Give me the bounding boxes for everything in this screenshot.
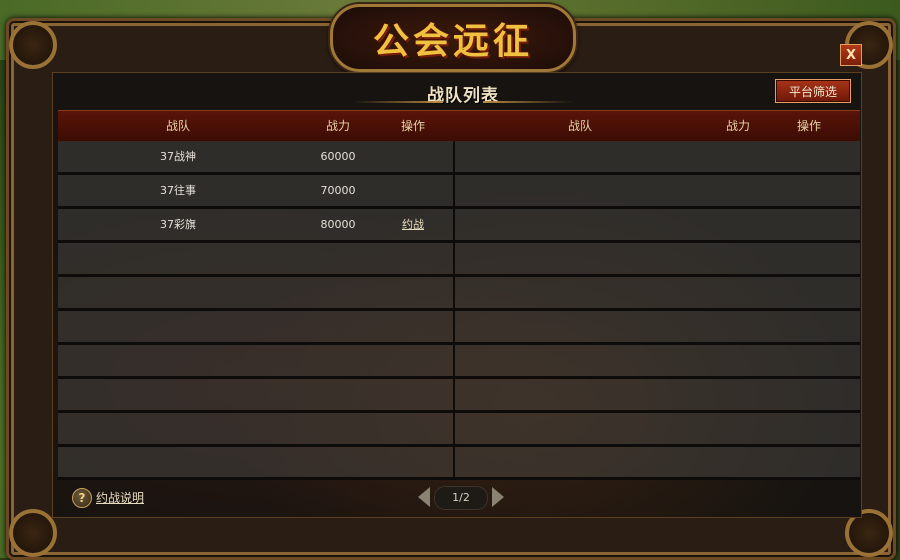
table-row-empty bbox=[58, 243, 860, 277]
page-indicator: 1/2 bbox=[434, 486, 488, 510]
frame-ornament-bottom-left bbox=[9, 509, 57, 557]
team-list-panel: 战队列表 平台筛选 战队 战力 操作 战队 战力 操作 37战神 60000 3… bbox=[52, 72, 862, 518]
team-power: 60000 bbox=[320, 150, 356, 163]
header-team-right: 战队 bbox=[567, 119, 592, 133]
challenge-help-link[interactable]: 约战说明 bbox=[96, 489, 144, 506]
team-name: 37往事 bbox=[160, 184, 196, 197]
platform-filter-button[interactable]: 平台筛选 bbox=[775, 79, 851, 103]
close-icon: X bbox=[845, 47, 857, 63]
team-table: 37战神 60000 37往事 70000 37彩旗 80000 约战 bbox=[58, 141, 860, 480]
table-row-empty bbox=[58, 447, 860, 480]
panel-footer: ? 约战说明 1/2 bbox=[58, 481, 860, 513]
challenge-link[interactable]: 约战 bbox=[402, 218, 424, 231]
team-power: 80000 bbox=[320, 218, 356, 231]
title-plaque: 公会远征 bbox=[330, 4, 576, 72]
pagination: 1/2 bbox=[416, 484, 506, 510]
table-row: 37战神 60000 bbox=[58, 141, 860, 175]
challenge-cell: 约战 bbox=[378, 209, 448, 240]
table-row-empty bbox=[58, 379, 860, 413]
close-button[interactable]: X bbox=[840, 44, 862, 66]
table-row-empty bbox=[58, 311, 860, 345]
team-name: 37彩旗 bbox=[160, 218, 196, 231]
arrow-right-icon[interactable] bbox=[492, 487, 504, 507]
table-row-empty bbox=[58, 413, 860, 447]
window-title: 公会远征 bbox=[372, 20, 533, 62]
table-row: 37往事 70000 bbox=[58, 175, 860, 209]
arrow-left-icon[interactable] bbox=[418, 487, 430, 507]
column-divider bbox=[453, 141, 455, 477]
subtitle-ornament-left bbox=[353, 101, 443, 103]
table-row: 37彩旗 80000 约战 bbox=[58, 209, 860, 243]
header-team-left: 战队 bbox=[165, 119, 190, 133]
header-power-left: 战力 bbox=[325, 119, 350, 133]
header-action-left: 操作 bbox=[400, 119, 425, 133]
frame-ornament-top-left bbox=[9, 21, 57, 69]
header-action-right: 操作 bbox=[796, 119, 821, 133]
team-name: 37战神 bbox=[160, 150, 196, 163]
panel-header: 战队列表 bbox=[353, 79, 573, 107]
header-power-right: 战力 bbox=[725, 119, 750, 133]
table-row-empty bbox=[58, 345, 860, 379]
team-power: 70000 bbox=[320, 184, 356, 197]
subtitle-ornament-right bbox=[483, 101, 573, 103]
table-row-empty bbox=[58, 277, 860, 311]
question-icon[interactable]: ? bbox=[72, 488, 92, 508]
table-header: 战队 战力 操作 战队 战力 操作 bbox=[58, 110, 860, 142]
